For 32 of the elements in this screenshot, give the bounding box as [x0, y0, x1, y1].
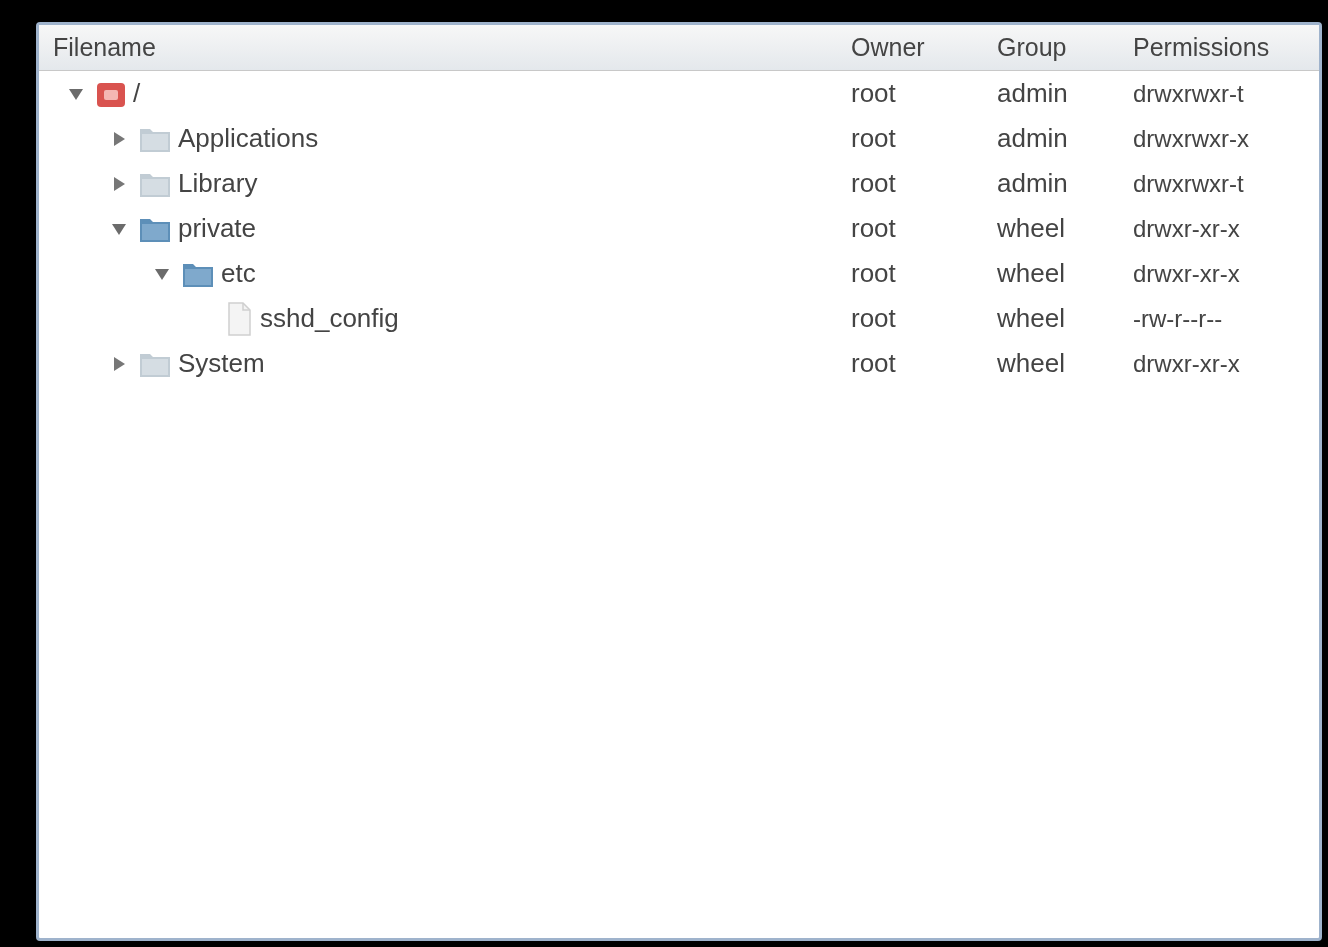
column-header[interactable]: Group — [993, 28, 1129, 67]
permissions-cell-text: drwxrwxr-t — [1132, 168, 1244, 199]
column-header[interactable]: Permissions — [1129, 28, 1270, 67]
column-header[interactable]: Owner — [847, 28, 993, 67]
owner-cell-text: root — [850, 257, 897, 290]
group-cell-text: wheel — [996, 212, 1066, 245]
permissions-cell-text: -rw-r--r-- — [1132, 303, 1223, 334]
column-header[interactable]: Filename — [39, 28, 847, 67]
group-cell-text: wheel — [996, 302, 1066, 335]
permissions-cell-text: drwxr-xr-x — [1132, 258, 1240, 289]
group-cell-text: wheel — [996, 347, 1066, 380]
owner-cell-text: root — [850, 167, 897, 200]
owner-cell-text: root — [850, 212, 897, 245]
filename-cell[interactable]: System — [178, 344, 265, 383]
owner-cell-text: root — [850, 302, 897, 335]
group-cell-text: admin — [996, 77, 1069, 110]
filename-cell[interactable]: sshd_config — [260, 299, 399, 338]
group-cell-text: admin — [996, 167, 1069, 200]
permissions-cell-text: drwxrwxr-x — [1132, 123, 1249, 154]
group-cell-text: admin — [996, 122, 1069, 155]
owner-cell-text: root — [850, 347, 897, 380]
permissions-cell-text: drwxr-xr-x — [1132, 348, 1240, 379]
group-cell-text: wheel — [996, 257, 1066, 290]
permissions-cell-text: drwxr-xr-x — [1132, 213, 1240, 244]
permissions-cell-text: drwxrwxr-t — [1132, 78, 1244, 109]
owner-cell-text: root — [850, 122, 897, 155]
filename-cell[interactable]: / — [133, 74, 141, 113]
filename-cell[interactable]: etc — [221, 254, 256, 293]
filename-cell[interactable]: private — [178, 209, 257, 248]
filename-cell[interactable]: Library — [178, 164, 258, 203]
filename-cell[interactable]: Applications — [178, 119, 319, 158]
owner-cell-text: root — [850, 77, 897, 110]
